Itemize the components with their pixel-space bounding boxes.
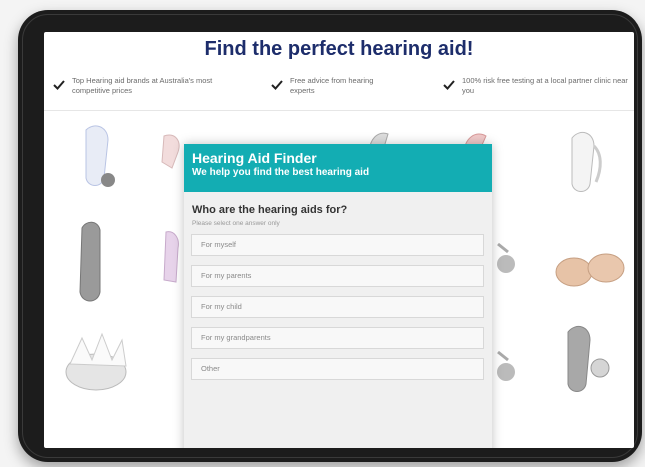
hearing-aid-image xyxy=(58,320,134,394)
benefit-text: Free advice from hearing experts xyxy=(290,76,374,95)
benefit-item-testing: 100% risk free testing at a local partne… xyxy=(442,76,630,96)
benefits-divider xyxy=(44,110,634,111)
benefit-text: 100% risk free testing at a local partne… xyxy=(462,76,628,95)
hearing-aid-finder-widget: Hearing Aid Finder We help you find the … xyxy=(184,144,492,448)
page-headline: Find the perfect hearing aid! xyxy=(204,38,474,60)
option-child[interactable]: For my child xyxy=(191,296,484,318)
option-myself[interactable]: For myself xyxy=(191,234,484,256)
hearing-aid-image xyxy=(156,228,184,288)
option-parents[interactable]: For my parents xyxy=(191,265,484,287)
hearing-aid-image xyxy=(554,322,616,400)
benefit-item-advice: Free advice from hearing experts xyxy=(270,76,400,96)
hearing-aid-image xyxy=(554,128,610,204)
hearing-aid-image xyxy=(492,348,522,388)
finder-hint: Please select one answer only xyxy=(192,220,280,227)
checkmark-icon xyxy=(443,80,455,90)
finder-subtitle: We help you find the best hearing aid xyxy=(192,167,370,178)
hearing-aid-image xyxy=(492,240,522,280)
benefit-item-brands: Top Hearing aid brands at Australia's mo… xyxy=(52,76,232,96)
option-grandparents[interactable]: For my grandparents xyxy=(191,327,484,349)
finder-title: Hearing Aid Finder xyxy=(192,150,317,166)
finder-header: Hearing Aid Finder We help you find the … xyxy=(184,144,492,192)
hearing-aid-image xyxy=(550,248,630,292)
finder-question: Who are the hearing aids for? xyxy=(192,204,348,216)
option-other[interactable]: Other xyxy=(191,358,484,380)
checkmark-icon xyxy=(53,80,65,90)
hearing-aid-image xyxy=(154,132,184,172)
benefit-text: Top Hearing aid brands at Australia's mo… xyxy=(72,76,213,95)
checkmark-icon xyxy=(271,80,283,90)
hearing-aid-image xyxy=(72,220,108,306)
tablet-screen: Find the perfect hearing aid! Top Hearin… xyxy=(44,32,634,448)
hearing-aid-image xyxy=(64,122,124,198)
